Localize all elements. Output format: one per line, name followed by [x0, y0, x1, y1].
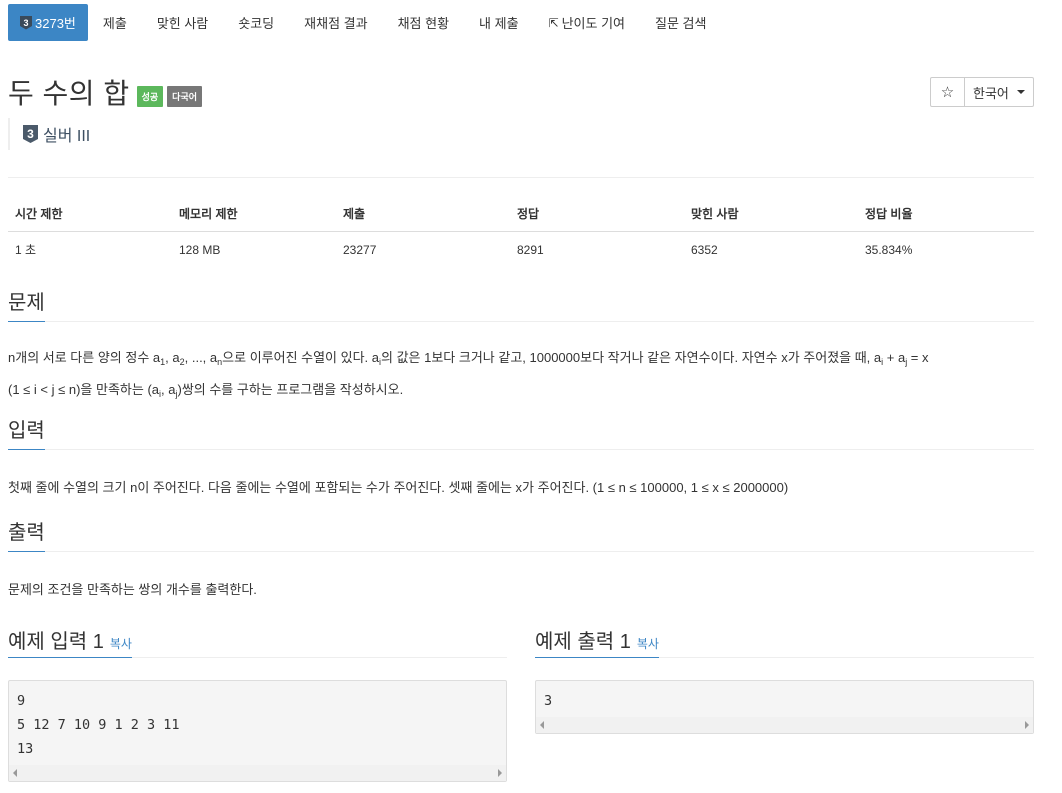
header-time-limit: 시간 제한 — [8, 196, 172, 232]
scroll-left-icon[interactable] — [13, 769, 17, 777]
nav-short-coding[interactable]: 숏코딩 — [223, 4, 289, 41]
tier-info: 3 실버 III — [8, 118, 90, 150]
divider — [8, 177, 1034, 178]
value-ratio: 35.834% — [865, 242, 913, 257]
nav-solved-users[interactable]: 맞힌 사람 — [142, 4, 223, 41]
language-label: 한국어 — [973, 85, 1009, 101]
problem-controls: ☆ 한국어 — [930, 77, 1034, 107]
sample-output-header: 예제 출력 1 복사 — [535, 620, 1034, 658]
output-description: 문제의 조건을 만족하는 쌍의 개수를 출력한다. — [8, 582, 257, 597]
scroll-right-icon[interactable] — [498, 769, 502, 777]
success-badge: 성공 — [136, 85, 164, 107]
nav-problem-label: 3273번 — [35, 16, 76, 31]
header-solved-users: 맞힌 사람 — [684, 196, 858, 232]
info-value-row: 1 초 128 MB 23277 8291 6352 35.834% — [8, 232, 1034, 268]
language-dropdown[interactable]: 한국어 — [965, 77, 1034, 107]
problem-info-table: 시간 제한 메모리 제한 제출 정답 맞힌 사람 정답 비율 1 초 128 M… — [8, 196, 1034, 267]
header-memory-limit: 메모리 제한 — [172, 196, 336, 232]
tier-icon: 3 — [23, 125, 38, 143]
info-header-row: 시간 제한 메모리 제한 제출 정답 맞힌 사람 정답 비율 — [8, 196, 1034, 232]
sample-input-title: 예제 입력 1 복사 — [8, 620, 132, 658]
input-description: 첫째 줄에 수열의 크기 n이 주어진다. 다음 줄에는 수열에 포함되는 수가… — [8, 480, 789, 495]
sample-input-code: 9 5 12 7 10 9 1 2 3 11 13 — [8, 680, 507, 782]
star-icon: ☆ — [940, 84, 955, 101]
problem-description: n개의 서로 다른 양의 정수 a1, a2, ..., an으로 이루어진 수… — [8, 350, 929, 399]
output-section-title: 출력 — [8, 518, 45, 552]
copy-input-button[interactable]: 복사 — [110, 637, 132, 651]
scroll-right-icon[interactable] — [1025, 721, 1029, 729]
horizontal-scrollbar[interactable] — [536, 717, 1033, 733]
tier-badge-icon: 3 — [20, 15, 32, 30]
nav-difficulty-label: 난이도 기여 — [561, 16, 626, 31]
nav-my-submissions[interactable]: 내 제출 — [464, 4, 534, 41]
nav-questions[interactable]: 질문 검색 — [640, 4, 721, 41]
caret-down-icon — [1017, 90, 1025, 94]
input-section-header: 입력 — [8, 416, 1034, 450]
nav-submit[interactable]: 제출 — [88, 4, 142, 41]
problem-section-title: 문제 — [8, 288, 45, 322]
sample-output-title-text: 예제 출력 1 — [535, 631, 631, 653]
value-time-limit: 1 초 — [15, 243, 37, 257]
value-memory-limit: 128 MB — [179, 242, 221, 257]
sample-output-line: 3 — [544, 693, 553, 709]
sample-input-header: 예제 입력 1 복사 — [8, 620, 507, 658]
problem-title: 두 수의 합 — [8, 78, 130, 109]
nav-difficulty[interactable]: ⇱ 난이도 기여 — [534, 4, 640, 41]
external-link-icon: ⇱ — [548, 15, 559, 30]
horizontal-scrollbar[interactable] — [9, 765, 506, 781]
sample-input-line: 13 — [17, 741, 34, 757]
sample-input-panel: 예제 입력 1 복사 9 5 12 7 10 9 1 2 3 11 13 — [8, 620, 507, 782]
problem-header: 두 수의 합 성공 다국어 — [8, 74, 203, 110]
sample-input-line: 9 — [17, 693, 26, 709]
output-section-header: 출력 — [8, 518, 1034, 552]
sample-output-title: 예제 출력 1 복사 — [535, 620, 659, 658]
copy-output-button[interactable]: 복사 — [637, 637, 659, 651]
value-submissions: 23277 — [343, 242, 377, 257]
sample-input-title-text: 예제 입력 1 — [8, 631, 104, 653]
problem-section-header: 문제 — [8, 288, 1034, 322]
header-submissions: 제출 — [336, 196, 510, 232]
header-accepted: 정답 — [510, 196, 684, 232]
header-ratio: 정답 비율 — [858, 196, 1034, 232]
value-accepted: 8291 — [517, 242, 544, 257]
sample-input-line: 5 12 7 10 9 1 2 3 11 — [17, 717, 180, 733]
nav-status[interactable]: 채점 현황 — [383, 4, 464, 41]
sample-output-panel: 예제 출력 1 복사 3 — [535, 620, 1034, 734]
scroll-left-icon[interactable] — [540, 721, 544, 729]
nav-problem-tab[interactable]: 3 3273번 — [8, 4, 88, 41]
tier-label[interactable]: 실버 III — [43, 122, 90, 146]
star-button[interactable]: ☆ — [930, 77, 965, 107]
value-solved-users: 6352 — [691, 242, 718, 257]
nav-rejudge[interactable]: 재채점 결과 — [289, 4, 382, 41]
sample-output-code: 3 — [535, 680, 1034, 734]
multilang-badge: 다국어 — [167, 85, 203, 107]
input-section-title: 입력 — [8, 416, 45, 450]
problem-nav: 3 3273번 제출 맞힌 사람 숏코딩 재채점 결과 채점 현황 내 제출 ⇱… — [8, 4, 721, 41]
